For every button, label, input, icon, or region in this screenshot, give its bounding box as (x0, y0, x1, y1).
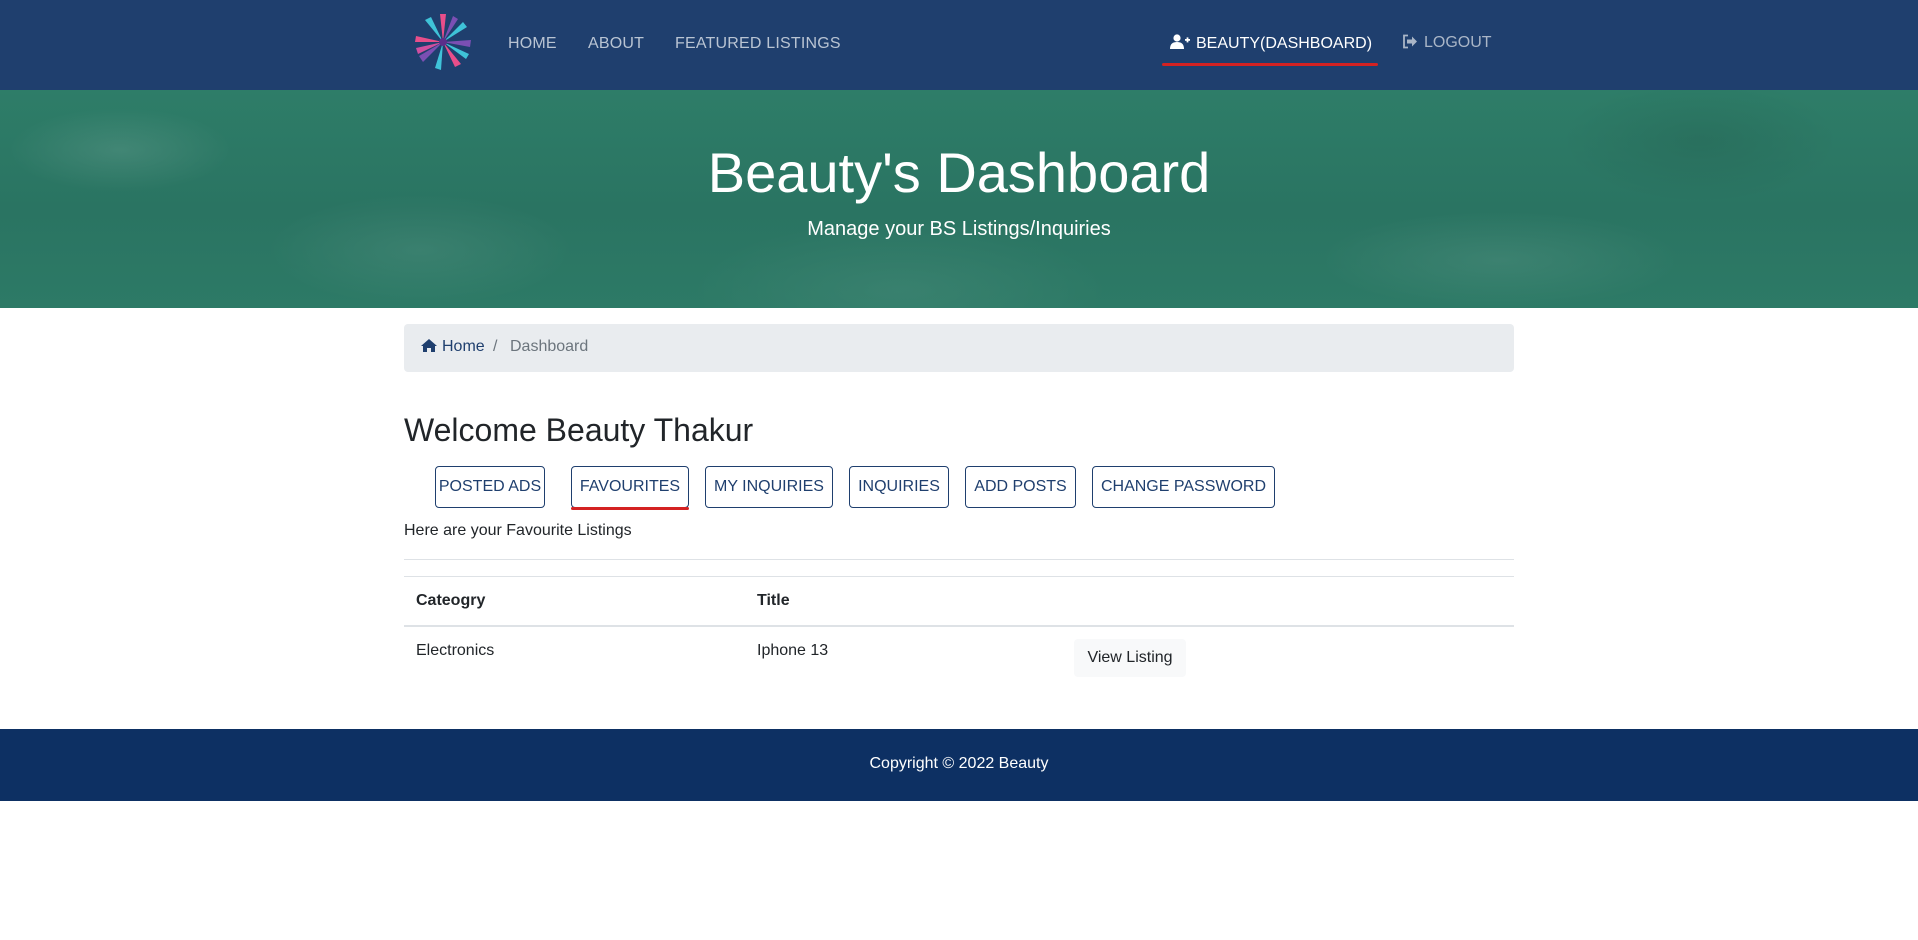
hero-banner: Beauty's Dashboard Manage your BS Listin… (0, 90, 1918, 308)
breadcrumb-current: Dashboard (510, 338, 589, 355)
logo-icon[interactable] (410, 12, 476, 72)
tab-add-posts[interactable]: ADD POSTS (965, 466, 1076, 508)
nav-featured-listings-link[interactable]: FEATURED LISTINGS (675, 35, 841, 53)
cell-category: Electronics (416, 642, 495, 659)
nav-dashboard-link[interactable]: BEAUTY(DASHBOARD) (1170, 34, 1372, 53)
favourites-intro-text: Here are your Favourite Listings (404, 522, 632, 539)
page-subtitle: Manage your BS Listings/Inquiries (807, 218, 1111, 240)
tab-posted-ads[interactable]: POSTED ADS (435, 466, 545, 508)
nav-dashboard-label: BEAUTY(DASHBOARD) (1196, 35, 1373, 52)
sign-out-icon (1403, 34, 1417, 49)
nav-home-link[interactable]: HOME (508, 35, 557, 53)
table-header-border (404, 625, 1514, 627)
footer-copyright: Copyright © 2022 Beauty (869, 755, 1049, 772)
divider (404, 559, 1514, 560)
breadcrumb-separator: / (493, 338, 498, 355)
page-title: Beauty's Dashboard (707, 141, 1211, 204)
column-header-category: Cateogry (416, 592, 486, 609)
welcome-heading: Welcome Beauty Thakur (404, 412, 754, 448)
nav-logout-label: LOGOUT (1424, 34, 1492, 51)
home-icon (421, 339, 437, 352)
navbar-container: HOME ABOUT FEATURED LISTINGS BEAUTY(DASH… (404, 0, 1514, 90)
view-listing-button[interactable]: View Listing (1074, 639, 1186, 677)
tab-inquiries[interactable]: INQUIRIES (849, 466, 949, 508)
breadcrumb: Home / Dashboard (404, 324, 1514, 372)
tab-my-inquiries[interactable]: MY INQUIRIES (705, 466, 833, 508)
breadcrumb-home-label: Home (442, 338, 485, 355)
top-navbar: HOME ABOUT FEATURED LISTINGS BEAUTY(DASH… (0, 0, 1918, 90)
page-footer: Copyright © 2022 Beauty (0, 729, 1918, 801)
active-nav-indicator (1162, 63, 1378, 66)
tab-favourites[interactable]: FAVOURITES (571, 466, 689, 508)
breadcrumb-home-link[interactable]: Home (420, 338, 485, 356)
user-plus-icon (1170, 34, 1190, 49)
tab-change-password[interactable]: CHANGE PASSWORD (1092, 466, 1275, 508)
column-header-title: Title (757, 592, 790, 609)
table-top-border (404, 576, 1514, 577)
active-tab-indicator (571, 507, 689, 510)
cell-title: Iphone 13 (757, 642, 829, 659)
nav-logout-link[interactable]: LOGOUT (1402, 34, 1492, 52)
nav-about-link[interactable]: ABOUT (588, 35, 644, 53)
